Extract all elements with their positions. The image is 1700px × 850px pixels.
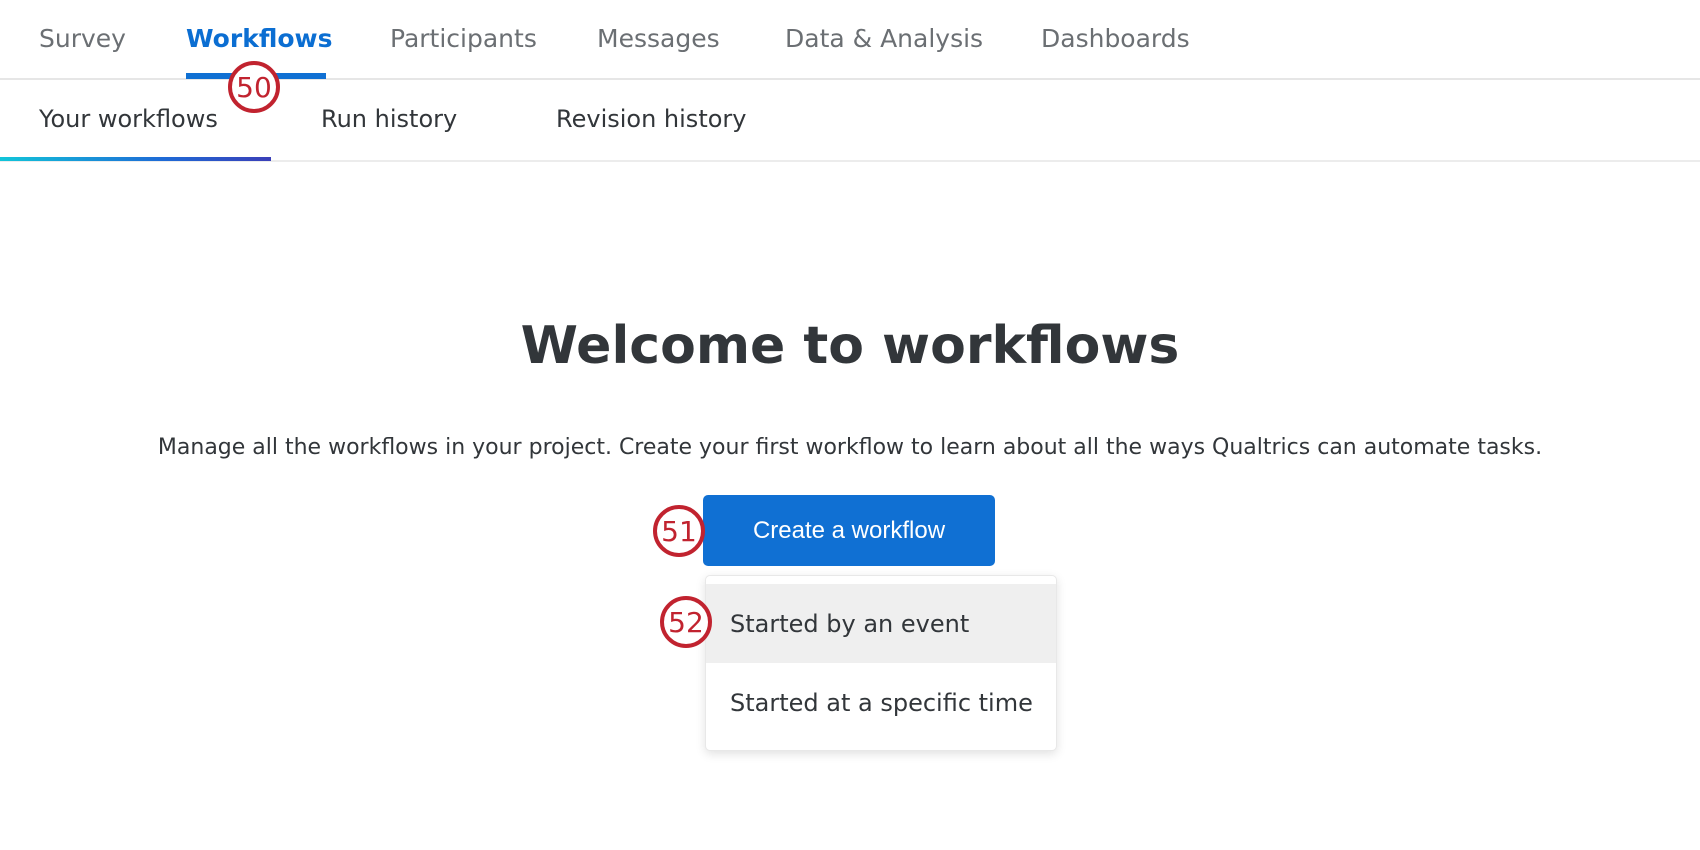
- subtab-your-workflows[interactable]: Your workflows: [39, 105, 218, 133]
- tab-data-analysis[interactable]: Data & Analysis: [785, 24, 983, 53]
- menu-item-started-at-time[interactable]: Started at a specific time: [706, 663, 1056, 742]
- subtab-run-history[interactable]: Run history: [321, 105, 457, 133]
- page-description: Manage all the workflows in your project…: [157, 435, 1543, 460]
- tab-workflows[interactable]: Workflows: [186, 24, 333, 53]
- tab-participants[interactable]: Participants: [390, 24, 537, 53]
- tab-dashboards[interactable]: Dashboards: [1041, 24, 1190, 53]
- page-title: Welcome to workflows: [520, 316, 1180, 376]
- create-workflow-menu: Started by an event Started at a specifi…: [705, 575, 1057, 751]
- tab-survey[interactable]: Survey: [39, 24, 126, 53]
- annotation-badge-51: 51: [653, 505, 705, 557]
- create-workflow-button[interactable]: Create a workflow: [703, 495, 995, 566]
- annotation-badge-52: 52: [660, 596, 712, 648]
- active-subtab-indicator: [0, 157, 271, 161]
- menu-item-started-by-event[interactable]: Started by an event: [706, 584, 1056, 663]
- subtab-revision-history[interactable]: Revision history: [556, 105, 746, 133]
- annotation-badge-50: 50: [228, 61, 280, 113]
- tab-messages[interactable]: Messages: [597, 24, 720, 53]
